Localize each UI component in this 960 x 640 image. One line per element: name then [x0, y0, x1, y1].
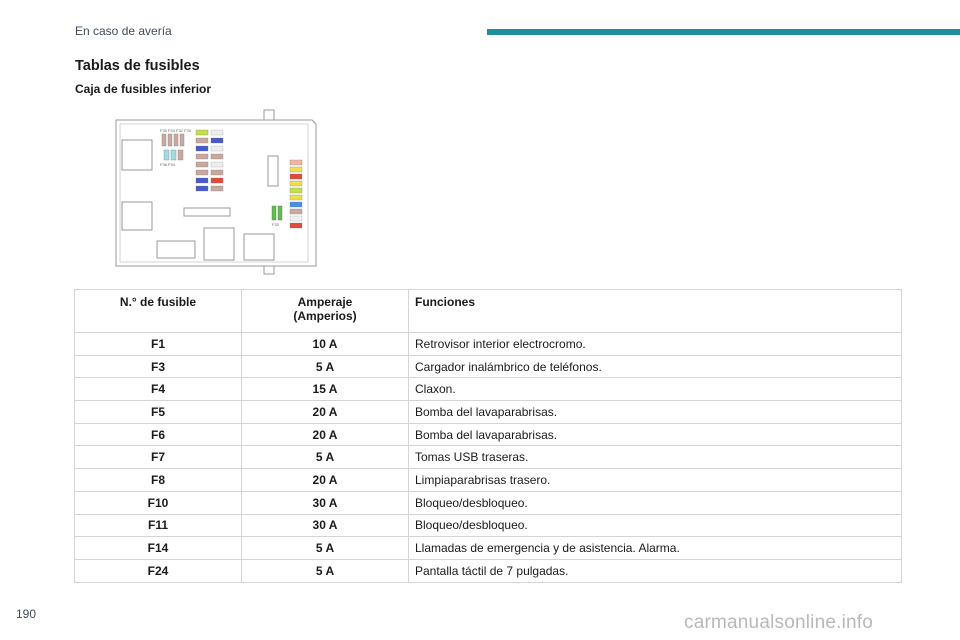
svg-text:F36 F34: F36 F34: [160, 162, 176, 167]
amp-cell: 5 A: [241, 354, 409, 379]
amp-cell: 20 A: [241, 468, 409, 492]
fuse-cell: F8: [74, 468, 242, 492]
fuse-cell: F6: [74, 422, 242, 447]
function-cell: Pantalla táctil de 7 pulgadas.: [408, 558, 902, 583]
function-cell: Bomba del lavaparabrisas.: [408, 422, 902, 447]
table-row: F6 20 A Bomba del lavaparabrisas.: [74, 422, 902, 447]
table-row: F11 30 A Bloqueo/desbloqueo.: [74, 513, 902, 538]
amp-cell: 20 A: [241, 422, 409, 447]
header-amperage-line2: (Amperios): [293, 309, 357, 323]
table-row: F8 20 A Limpiaparabrisas trasero.: [74, 468, 902, 492]
table-row: F10 30 A Bloqueo/desbloqueo.: [74, 490, 902, 515]
fuse-cell: F4: [74, 377, 242, 402]
fuse-cell: F1: [74, 332, 242, 356]
amp-cell: 15 A: [241, 377, 409, 402]
fuse-cell: F3: [74, 354, 242, 379]
table-row: F5 20 A Bomba del lavaparabrisas.: [74, 400, 902, 424]
amp-cell: 5 A: [241, 558, 409, 583]
function-cell: Claxon.: [408, 377, 902, 402]
header-functions: Funciones: [408, 289, 902, 333]
page-title: Tablas de fusibles: [75, 58, 200, 74]
table-header-row: N.° de fusible Amperaje (Amperios) Funci…: [74, 289, 902, 333]
table-row: F14 5 A Llamadas de emergencia y de asiste…: [74, 536, 902, 560]
function-cell: Bloqueo/desbloqueo.: [408, 490, 902, 515]
fuse-cell: F7: [74, 445, 242, 470]
fuse-box-diagram: F35 F34 F32 F33 F36 F34 F33: [115, 109, 317, 275]
function-cell: Cargador inalámbrico de teléfonos.: [408, 354, 902, 379]
svg-text:F33: F33: [272, 222, 280, 227]
function-cell: Limpiaparabrisas trasero.: [408, 468, 902, 492]
header-amperage: Amperaje (Amperios): [241, 289, 409, 333]
header-accent-bar: [487, 29, 960, 35]
function-cell: Bomba del lavaparabrisas.: [408, 400, 902, 424]
table-row: F4 15 A Claxon.: [74, 377, 902, 402]
amp-cell: 5 A: [241, 536, 409, 560]
header-amperage-line1: Amperaje: [297, 295, 353, 309]
fuse-cell: F5: [74, 400, 242, 424]
function-cell: Tomas USB traseras.: [408, 445, 902, 470]
table-row: F24 5 A Pantalla táctil de 7 pulgadas.: [74, 558, 902, 583]
table-row: F7 5 A Tomas USB traseras.: [74, 445, 902, 470]
table-row: F1 10 A Retrovisor interior electrocromo.: [74, 332, 902, 356]
function-cell: Retrovisor interior electrocromo.: [408, 332, 902, 356]
amp-cell: 30 A: [241, 490, 409, 515]
fuse-cell: F10: [74, 490, 242, 515]
amp-cell: 10 A: [241, 332, 409, 356]
fuse-labels-top: F35 F34 F32 F33: [160, 128, 192, 133]
amp-cell: 20 A: [241, 400, 409, 424]
amp-cell: 5 A: [241, 445, 409, 470]
fuse-table: N.° de fusible Amperaje (Amperios) Funci…: [74, 289, 902, 583]
function-cell: Bloqueo/desbloqueo.: [408, 513, 902, 538]
fuse-cell: F11: [74, 513, 242, 538]
amp-cell: 30 A: [241, 513, 409, 538]
header-fuse-number: N.° de fusible: [74, 289, 242, 333]
page-subtitle: Caja de fusibles inferior: [75, 82, 212, 96]
fuse-cell: F14: [74, 536, 242, 560]
page-number: 190: [16, 607, 37, 621]
watermark: carmanualsonline.info: [684, 612, 874, 633]
function-cell: Llamadas de emergencia y de asistencia. …: [408, 536, 902, 560]
table-row: F3 5 A Cargador inalámbrico de teléfonos.: [74, 354, 902, 379]
fuse-cell: F24: [74, 558, 242, 583]
section-label: En caso de avería: [75, 24, 172, 38]
